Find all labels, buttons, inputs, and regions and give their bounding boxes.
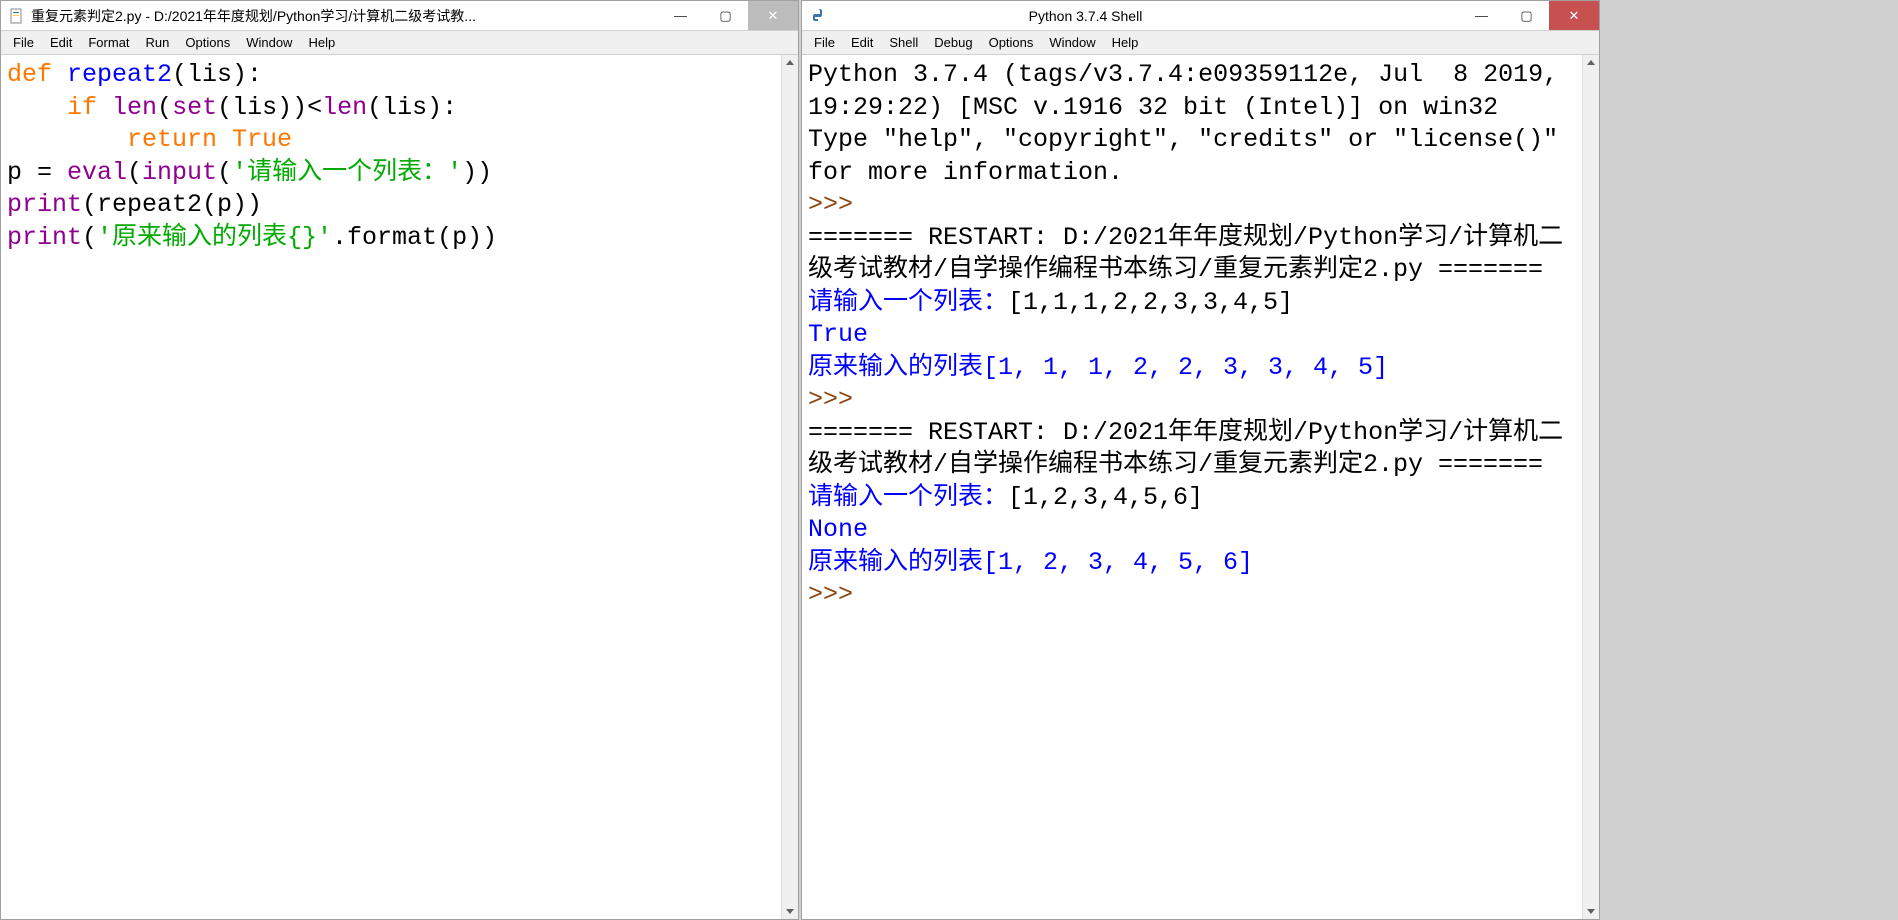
editor-minimize-button[interactable]: — [658,1,703,30]
idle-shell-window: Python 3.7.4 Shell — ▢ ✕ File Edit Shell… [801,0,1600,920]
shell-menu-help[interactable]: Help [1104,33,1147,52]
editor-vertical-scrollbar[interactable] [781,55,798,919]
editor-menu-edit[interactable]: Edit [42,33,80,52]
shell-restart-line: ======= RESTART: D:/2021年年度规划/Python学习/计… [808,418,1563,480]
shell-titlebar[interactable]: Python 3.7.4 Shell — ▢ ✕ [802,1,1599,31]
shell-close-button[interactable]: ✕ [1549,1,1599,30]
editor-menu-window[interactable]: Window [238,33,300,52]
shell-text-area[interactable]: Python 3.7.4 (tags/v3.7.4:e09359112e, Ju… [802,55,1582,919]
editor-menu-run[interactable]: Run [138,33,178,52]
editor-menu-options[interactable]: Options [177,33,238,52]
idle-editor-window: 重复元素判定2.py - D:/2021年年度规划/Python学习/计算机二级… [0,0,799,920]
editor-text-area[interactable]: def repeat2(lis): if len(set(lis))<len(l… [1,55,781,919]
shell-menu-file[interactable]: File [806,33,843,52]
editor-menu-file[interactable]: File [5,33,42,52]
shell-prompt: >>> [808,385,868,414]
editor-close-button[interactable]: ✕ [748,1,798,30]
shell-menu-edit[interactable]: Edit [843,33,881,52]
shell-menubar: File Edit Shell Debug Options Window Hel… [802,31,1599,55]
editor-menu-format[interactable]: Format [80,33,137,52]
shell-prompt: >>> [808,580,868,609]
shell-menu-debug[interactable]: Debug [926,33,980,52]
shell-user-input: [1,2,3,4,5,6] [1008,483,1203,512]
shell-restart-line: ======= RESTART: D:/2021年年度规划/Python学习/计… [808,223,1563,285]
editor-menubar: File Edit Format Run Options Window Help [1,31,798,55]
shell-output: None [808,515,868,544]
shell-input-prompt: 请输入一个列表： [808,288,1008,317]
shell-title-text: Python 3.7.4 Shell [832,8,1459,24]
shell-output: 原来输入的列表[1, 2, 3, 4, 5, 6] [808,548,1253,577]
python-shell-icon [810,8,826,24]
editor-maximize-button[interactable]: ▢ [703,1,748,30]
shell-input-prompt: 请输入一个列表： [808,483,1008,512]
shell-banner: Python 3.7.4 (tags/v3.7.4:e09359112e, Ju… [808,60,1573,122]
shell-menu-window[interactable]: Window [1041,33,1103,52]
shell-user-input: [1,1,1,2,2,3,3,4,5] [1008,288,1293,317]
editor-titlebar[interactable]: 重复元素判定2.py - D:/2021年年度规划/Python学习/计算机二级… [1,1,798,31]
editor-title-text: 重复元素判定2.py - D:/2021年年度规划/Python学习/计算机二级… [31,6,658,26]
shell-maximize-button[interactable]: ▢ [1504,1,1549,30]
shell-vertical-scrollbar[interactable] [1582,55,1599,919]
shell-minimize-button[interactable]: — [1459,1,1504,30]
python-file-icon [9,8,25,24]
shell-output: True [808,320,868,349]
shell-menu-shell[interactable]: Shell [881,33,926,52]
shell-banner2: Type "help", "copyright", "credits" or "… [808,125,1573,187]
editor-menu-help[interactable]: Help [300,33,343,52]
shell-output: 原来输入的列表[1, 1, 1, 2, 2, 3, 3, 4, 5] [808,353,1388,382]
shell-menu-options[interactable]: Options [981,33,1042,52]
shell-prompt: >>> [808,190,868,219]
